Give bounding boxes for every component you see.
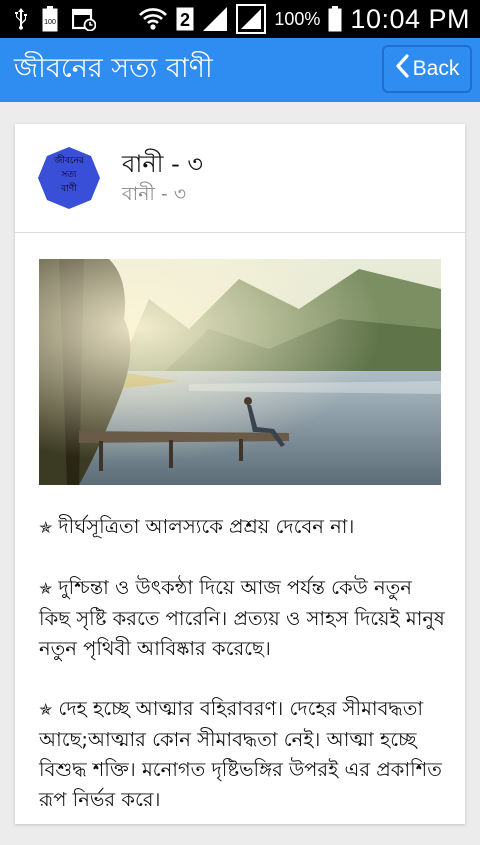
clock: 10:04 PM	[350, 3, 470, 34]
logo-line: জীবনের	[54, 156, 84, 166]
app-title: জীবনের সত্য বাণী	[14, 52, 213, 84]
back-button-label: Back	[412, 57, 460, 80]
logo-text: জীবনের সত্য বাণী	[37, 154, 101, 196]
app-logo: জীবনের সত্য বাণী	[37, 146, 101, 210]
calendar-icon	[72, 7, 96, 31]
battery-percent: 100%	[274, 8, 321, 29]
sim-slot-text: 2	[180, 10, 190, 30]
quote-paragraph: ✯ দুশ্চিন্তা ও উৎকন্ঠা দিয়ে আজ পর্যন্ত ক…	[39, 573, 449, 664]
logo-line: বাণী	[61, 184, 77, 194]
logo-line: সত্য	[61, 170, 77, 180]
app-bar: জীবনের সত্য বাণী Back	[0, 38, 480, 102]
content-card: জীবনের সত্য বাণী বানী - ৩ বানী - ৩ ✯ দীর…	[15, 124, 465, 824]
card-header: জীবনের সত্য বাণী বানী - ৩ বানী - ৩	[15, 124, 465, 233]
quote-text: দীর্ঘসূত্রিতা আলস্যকে প্রশ্রয় দেবেন না।	[58, 515, 355, 538]
wifi-icon	[138, 7, 168, 31]
quote-text: দুশ্চিন্তা ও উৎকন্ঠা দিয়ে আজ পর্যন্ত কে…	[39, 576, 445, 660]
chevron-left-icon	[395, 54, 409, 84]
quote-paragraph: ✯ দেহ হচ্ছে আত্মার বহিরাবরণ। দেহের সীমাবদ…	[39, 694, 449, 815]
star-icon: ✯	[39, 579, 53, 598]
battery-level-text: 100	[44, 19, 56, 26]
battery-icon: 100	[42, 6, 58, 32]
status-bar: 100 2 100% 10:04 PM	[0, 0, 480, 38]
card-subtitle: বানী - ৩	[122, 183, 187, 205]
battery-icon	[328, 6, 342, 32]
usb-icon	[14, 8, 28, 30]
quote-body: ✯ দীর্ঘসূত্রিতা আলস্যকে প্রশ্রয় দেবেন না…	[39, 512, 449, 845]
quote-paragraph: ✯ দীর্ঘসূত্রিতা আলস্যকে প্রশ্রয় দেবেন না…	[39, 512, 449, 543]
star-icon: ✯	[39, 518, 53, 537]
signal-icon	[236, 4, 267, 34]
lake-photo	[39, 259, 441, 485]
quote-text: দেহ হচ্ছে আত্মার বহিরাবরণ। দেহের সীমাবদ্…	[39, 697, 442, 811]
star-icon: ✯	[39, 700, 53, 719]
back-button[interactable]: Back	[382, 45, 472, 93]
sim-icon: 2	[176, 7, 194, 31]
signal-icon	[202, 6, 228, 32]
